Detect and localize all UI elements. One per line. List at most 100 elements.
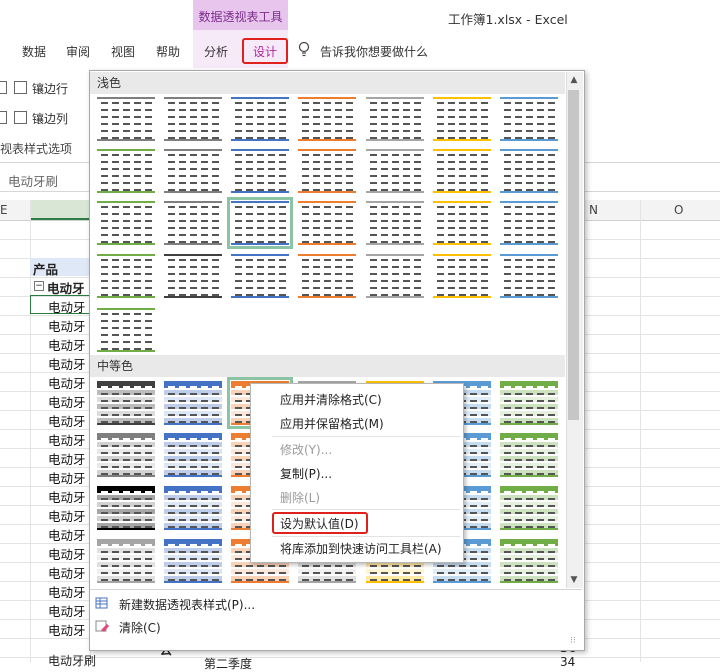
pivot-style-swatch[interactable] (298, 254, 356, 298)
clear-style-item[interactable]: 清除(C) (119, 619, 161, 636)
pivot-row-label: 电动牙 (48, 433, 86, 448)
pivot-row-label: 电动牙 (48, 490, 86, 505)
tab-design[interactable]: 设计 (242, 43, 288, 60)
pivot-style-swatch[interactable] (97, 308, 155, 352)
pivot-style-swatch[interactable] (164, 433, 222, 477)
context-group-title: 数据透视表工具 (198, 10, 283, 24)
pivot-row-label: 电动牙 (48, 623, 86, 638)
banded-rows-label: 镶边行 (32, 82, 69, 96)
pivot-row-label: 电动牙 (48, 452, 86, 467)
pivot-header-label: 产品 (33, 262, 59, 277)
pivot-style-swatch[interactable] (97, 97, 155, 141)
lightbulb-icon (298, 41, 310, 57)
pivot-style-swatch[interactable] (164, 486, 222, 530)
checkbox-row-headers-partial[interactable] (0, 81, 7, 94)
pivot-style-swatch[interactable] (164, 97, 222, 141)
gallery-scroll-thumb[interactable] (568, 90, 579, 420)
pivot-style-swatch[interactable] (298, 201, 356, 245)
pivot-row-label: 电动牙 (48, 395, 86, 410)
pivot-style-swatch[interactable] (366, 254, 424, 298)
pivot-row-label: 电动牙 (48, 300, 86, 315)
menu-apply-keep[interactable]: 应用并保留格式(M) (280, 415, 384, 432)
menu-add-to-qat[interactable]: 将库添加到快速访问工具栏(A) (280, 540, 442, 557)
pivot-style-swatch[interactable] (433, 201, 491, 245)
menu-separator (272, 509, 460, 510)
formula-bar-value[interactable]: 电动牙刷 (8, 171, 58, 190)
pivot-style-swatch[interactable] (97, 149, 155, 193)
pivot-style-swatch[interactable] (164, 381, 222, 425)
pivot-row-label: 电动牙 (48, 338, 86, 353)
pivot-style-swatch[interactable] (97, 381, 155, 425)
pivot-style-swatch[interactable] (231, 254, 289, 298)
pivot-row-label: 电动牙 (48, 528, 86, 543)
pivot-style-swatch[interactable] (366, 149, 424, 193)
pivot-row-label: 电动牙 (48, 414, 86, 429)
tell-me-search[interactable]: 告诉我你想要做什么 (320, 43, 428, 60)
pivot-row-label: 电动牙 (48, 566, 86, 581)
pivot-style-swatch[interactable] (433, 254, 491, 298)
menu-duplicate[interactable]: 复制(P)... (280, 465, 332, 482)
pivot-style-swatch[interactable] (97, 201, 155, 245)
checkbox-col-headers-partial[interactable] (0, 111, 7, 124)
menu-apply-clear[interactable]: 应用并清除格式(C) (280, 391, 382, 408)
window-title: 工作簿1.xlsx - Excel (448, 12, 568, 27)
pivot-style-swatch[interactable] (500, 201, 558, 245)
tab-data[interactable]: 数据 (22, 43, 46, 60)
collapse-icon[interactable]: − (34, 281, 44, 291)
pivot-style-swatch[interactable] (97, 433, 155, 477)
resize-grip-icon[interactable]: ⁝⁝ (570, 636, 576, 646)
column-letter-o[interactable]: O (674, 203, 683, 217)
section-header-light: 浅色 (90, 72, 565, 94)
pivot-style-swatch[interactable] (231, 97, 289, 141)
pivot-row-label: 电动牙 (48, 509, 86, 524)
bottom-row-value-2: 34 (560, 655, 576, 669)
pivot-style-swatch[interactable] (97, 486, 155, 530)
banded-cols-checkbox[interactable] (14, 111, 27, 124)
grid-col-line (640, 200, 641, 662)
section-header-medium: 中等色 (90, 355, 565, 377)
pivot-style-swatch[interactable] (164, 539, 222, 583)
scroll-down-icon[interactable]: ▼ (566, 572, 582, 588)
pivot-style-swatch[interactable] (366, 97, 424, 141)
tab-view[interactable]: 视图 (111, 43, 135, 60)
pivot-style-swatch[interactable] (500, 433, 558, 477)
pivot-style-swatch[interactable] (164, 149, 222, 193)
pivot-style-swatch[interactable] (433, 97, 491, 141)
tab-analyze[interactable]: 分析 (204, 43, 228, 60)
tab-review[interactable]: 审阅 (66, 43, 90, 60)
column-letter-a[interactable]: E (0, 203, 8, 217)
pivot-style-swatch[interactable] (97, 539, 155, 583)
pivot-style-swatch[interactable] (227, 197, 293, 249)
pivot-style-swatch[interactable] (164, 201, 222, 245)
pivot-style-swatch[interactable] (298, 149, 356, 193)
menu-delete: 删除(L) (280, 491, 321, 505)
pivot-style-swatch[interactable] (164, 254, 222, 298)
pivot-row-label: 电动牙 (48, 376, 86, 391)
column-letter-n[interactable]: N (589, 203, 598, 217)
bottom-row-quarter: 第二季度 (204, 657, 253, 671)
pivot-style-swatch[interactable] (500, 381, 558, 425)
scroll-up-icon[interactable]: ▲ (566, 72, 582, 88)
pivot-style-swatch[interactable] (500, 539, 558, 583)
pivot-row-label: 电动牙 (48, 319, 86, 334)
banded-rows-checkbox[interactable] (14, 81, 27, 94)
new-pivot-style-item[interactable]: 新建数据透视表样式(P)... (119, 596, 255, 613)
pivot-style-swatch[interactable] (500, 97, 558, 141)
new-style-icon (95, 597, 108, 609)
pivot-style-swatch[interactable] (500, 149, 558, 193)
menu-separator (272, 536, 460, 537)
pivot-style-swatch[interactable] (500, 486, 558, 530)
pivot-row-label: 电动牙 (48, 471, 86, 486)
column-header-b[interactable] (30, 200, 90, 220)
pivot-style-swatch[interactable] (97, 254, 155, 298)
menu-set-default[interactable]: 设为默认值(D) (280, 515, 359, 532)
tab-help[interactable]: 帮助 (156, 43, 180, 60)
pivot-row-label: 电动牙 (48, 585, 86, 600)
pivot-style-swatch[interactable] (433, 149, 491, 193)
grid-row-line (0, 657, 720, 658)
pivot-style-swatch[interactable] (231, 149, 289, 193)
pivot-row-label: 电动牙 (48, 547, 86, 562)
pivot-style-swatch[interactable] (366, 201, 424, 245)
pivot-style-swatch[interactable] (298, 97, 356, 141)
pivot-style-swatch[interactable] (500, 254, 558, 298)
